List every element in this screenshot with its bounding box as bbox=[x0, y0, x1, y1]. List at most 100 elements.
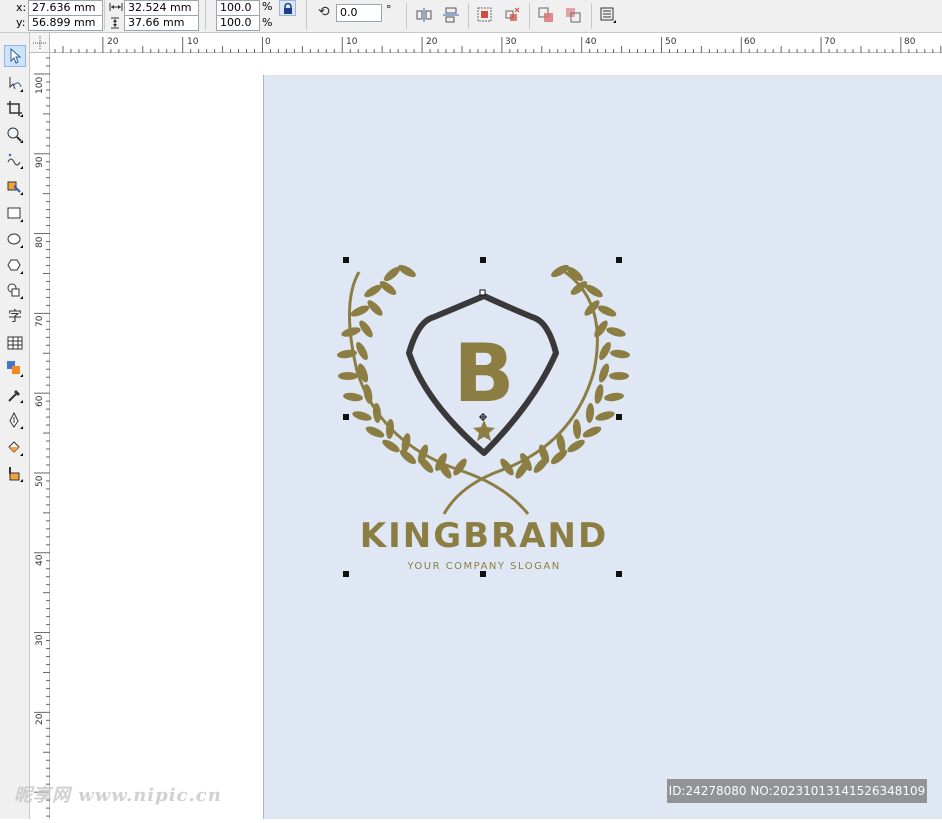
pointer-icon bbox=[10, 48, 22, 64]
handle-top-right[interactable] bbox=[616, 257, 622, 263]
combine-icon bbox=[538, 7, 553, 22]
handle-middle-left[interactable] bbox=[343, 414, 349, 420]
handle-bottom-right[interactable] bbox=[616, 571, 622, 577]
brand-name: KINGBRAND bbox=[360, 516, 608, 556]
group-icon bbox=[477, 7, 492, 22]
crop-tool[interactable] bbox=[4, 98, 26, 120]
x-position-field[interactable]: 27.636 mm bbox=[28, 0, 103, 16]
horizontal-ruler-scale: 20 10 0 10 20 30 40 50 60 70 80 bbox=[54, 37, 942, 53]
y-label: y: bbox=[16, 16, 26, 29]
ruler-v-label: 50 bbox=[35, 475, 45, 487]
star-icon bbox=[473, 420, 495, 441]
laurel-leaf bbox=[352, 411, 372, 421]
arrange-button[interactable] bbox=[599, 6, 617, 24]
height-icon bbox=[110, 17, 120, 32]
ruler-h-label: 50 bbox=[665, 37, 677, 47]
smart-fill-tool[interactable] bbox=[4, 176, 26, 198]
basic-shapes-tool[interactable] bbox=[4, 280, 26, 302]
width-field[interactable]: 32.524 mm bbox=[124, 0, 199, 16]
pick-tool[interactable] bbox=[4, 45, 26, 67]
group-button[interactable] bbox=[476, 6, 494, 24]
ungroup-button[interactable] bbox=[503, 6, 521, 24]
node-marker[interactable] bbox=[479, 289, 486, 296]
mirror-horizontal-icon bbox=[416, 8, 432, 22]
handle-bottom-center[interactable] bbox=[480, 571, 486, 577]
brand-slogan: YOUR COMPANY SLOGAN bbox=[406, 561, 560, 572]
basic-shapes-icon bbox=[7, 283, 23, 299]
ruler-h-label: 10 bbox=[346, 37, 358, 47]
rectangle-tool[interactable] bbox=[4, 203, 26, 225]
scale-x-field[interactable]: 100.0 bbox=[216, 0, 260, 16]
eyedropper-tool[interactable] bbox=[4, 384, 26, 406]
lock-ratio-button[interactable] bbox=[279, 0, 296, 16]
horizontal-ruler[interactable]: 20 10 0 10 20 30 40 50 60 70 80 bbox=[50, 33, 942, 53]
property-bar: x: 27.636 mm y: 56.899 mm 32.524 mm 37.6… bbox=[0, 0, 942, 33]
break-apart-icon bbox=[566, 8, 581, 23]
logo-artwork[interactable]: B KINGBRAND YOUR COMPANY SLOGAN bbox=[50, 53, 942, 819]
zoom-tool[interactable] bbox=[4, 124, 26, 146]
handle-top-center[interactable] bbox=[480, 257, 486, 263]
ruler-h-label: 70 bbox=[824, 37, 836, 47]
mirror-horizontal-button[interactable] bbox=[415, 6, 433, 24]
x-label: x: bbox=[16, 1, 27, 14]
interactive-fill-tool[interactable] bbox=[4, 463, 26, 485]
ruler-h-label: 60 bbox=[744, 37, 756, 47]
y-position-field[interactable]: 56.899 mm bbox=[28, 15, 103, 31]
vertical-ruler[interactable]: 100 90 80 70 60 50 40 30 20 bbox=[30, 53, 50, 819]
ruler-v-label: 40 bbox=[35, 554, 45, 566]
separator bbox=[406, 3, 407, 29]
laurel-leaf bbox=[597, 305, 617, 317]
laurel-leaf bbox=[550, 449, 568, 465]
freehand-tool[interactable] bbox=[4, 150, 26, 172]
ungroup-icon bbox=[505, 7, 520, 21]
ellipse-tool[interactable] bbox=[4, 229, 26, 251]
separator bbox=[306, 0, 307, 30]
width-icon bbox=[109, 2, 123, 15]
shape-tool[interactable] bbox=[4, 73, 26, 95]
table-tool[interactable] bbox=[4, 332, 26, 354]
laurel-leaf bbox=[595, 411, 615, 421]
interactive-tool[interactable] bbox=[4, 358, 26, 380]
ruler-h-label: 10 bbox=[187, 37, 199, 47]
handle-middle-right[interactable] bbox=[616, 414, 622, 420]
break-apart-button[interactable] bbox=[564, 6, 582, 24]
ruler-v-label: 30 bbox=[35, 634, 45, 646]
scale-y-field[interactable]: 100.0 bbox=[216, 15, 260, 31]
ruler-origin[interactable] bbox=[30, 33, 50, 53]
laurel-leaf bbox=[609, 372, 629, 380]
handle-top-left[interactable] bbox=[343, 257, 349, 263]
outline-pen-tool[interactable] bbox=[4, 410, 26, 432]
ruler-h-label: 30 bbox=[505, 37, 517, 47]
drawing-canvas[interactable]: B KINGBRAND YOUR COMPANY SLOGAN bbox=[50, 53, 942, 819]
crop-icon bbox=[7, 101, 23, 117]
laurel-leaf bbox=[606, 327, 626, 337]
polygon-tool[interactable] bbox=[4, 255, 26, 277]
height-field[interactable]: 37.66 mm bbox=[124, 15, 199, 31]
separator bbox=[591, 3, 592, 29]
ruler-h-label: 20 bbox=[107, 37, 119, 47]
laurel-leaf bbox=[594, 384, 604, 404]
laurel-right bbox=[500, 264, 630, 479]
laurel-leaf bbox=[585, 403, 595, 423]
fill-tool[interactable] bbox=[4, 437, 26, 459]
separator bbox=[529, 3, 530, 29]
laurel-leaf bbox=[567, 439, 585, 453]
handle-bottom-left[interactable] bbox=[343, 571, 349, 577]
image-id-watermark: ID:24278080 NO:20231013141526348109 bbox=[667, 779, 927, 803]
text-tool[interactable]: 字 bbox=[4, 305, 26, 327]
pen-nib-icon bbox=[9, 412, 23, 429]
laurel-leaf bbox=[338, 372, 358, 380]
ruler-v-label: 60 bbox=[35, 395, 45, 407]
eyedropper-icon bbox=[8, 390, 23, 403]
laurel-leaf bbox=[582, 426, 602, 438]
text-icon: 字 bbox=[8, 309, 22, 325]
laurel-leaf bbox=[365, 426, 385, 438]
ruler-h-label: 40 bbox=[585, 37, 597, 47]
mirror-vertical-button[interactable] bbox=[442, 6, 460, 24]
rotation-field[interactable]: 0.0 bbox=[336, 4, 382, 22]
table-icon bbox=[7, 336, 23, 350]
combine-button[interactable] bbox=[537, 6, 555, 24]
laurel-leaf bbox=[350, 305, 370, 317]
rectangle-icon bbox=[7, 207, 23, 222]
separator bbox=[104, 0, 105, 30]
